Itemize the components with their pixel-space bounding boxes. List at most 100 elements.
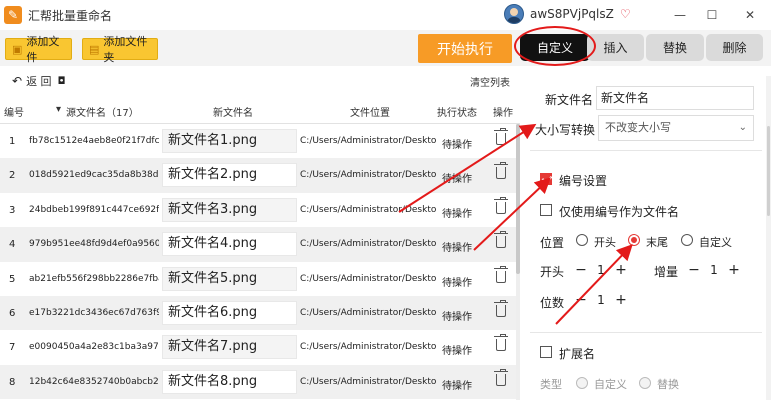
row-status: 待操作 — [442, 312, 472, 323]
row-location: C:/Users/Administrator/Desktop, — [300, 239, 436, 250]
row-index: 8 — [9, 376, 16, 388]
case-select-value: 不改变大小写 — [605, 121, 671, 134]
back-button[interactable]: 返 回 — [26, 73, 52, 89]
increment-stepper[interactable]: − 1 + — [688, 260, 740, 280]
tab-delete[interactable]: 删除 — [706, 34, 763, 61]
table-row[interactable]: 4 979b951ee48fd9d4ef0a9560c79l 新文件名4.png… — [0, 227, 516, 262]
start-label: 开头 — [540, 265, 565, 279]
type-custom-radio[interactable] — [576, 377, 588, 389]
panel-scrollbar-thumb[interactable] — [767, 126, 770, 216]
col-status: 执行状态 — [437, 108, 477, 119]
username[interactable]: awS8PVjPqlsZ — [530, 7, 614, 21]
row-new-name: 新文件名1.png — [162, 129, 297, 153]
position-start-label: 开头 — [594, 236, 616, 249]
table-row[interactable]: 2 018d5921ed9cac35da8b38d2bfc 新文件名2.png … — [0, 158, 516, 193]
minimize-button[interactable]: — — [665, 0, 695, 30]
row-status: 待操作 — [442, 174, 472, 186]
sort-desc-icon[interactable]: ▾ — [56, 104, 61, 115]
type-replace-radio[interactable] — [639, 377, 651, 389]
maximize-button[interactable]: ☐ — [697, 0, 727, 30]
table-row[interactable]: 7 e0090450a4a2e83c1ba3a970fe35 新文件名7.png… — [0, 330, 516, 365]
row-index: 4 — [9, 239, 16, 251]
start-plus-button[interactable]: + — [615, 262, 627, 278]
case-select[interactable]: 不改变大小写 ⌄ — [598, 115, 754, 141]
row-index: 1 — [9, 136, 16, 147]
row-location: C:/Users/Administrator/Desktop, — [300, 342, 436, 353]
row-location: C:/Users/Administrator/Desktop, — [300, 204, 436, 215]
increment-plus-button[interactable]: + — [728, 262, 740, 278]
table-row[interactable]: 8 12b42c64e8352740b0abcb2146c 新文件名8.png … — [0, 364, 516, 400]
close-button[interactable]: ✕ — [735, 0, 765, 30]
vip-diamond-icon[interactable]: ♡ — [620, 7, 631, 21]
row-source: ab21efb556f298bb2286e7fbad9a — [29, 273, 159, 284]
row-source: 979b951ee48fd9d4ef0a9560c79l — [29, 239, 159, 250]
numbering-label: 编号设置 — [559, 174, 608, 188]
table-scrollbar-thumb[interactable] — [516, 124, 520, 274]
start-button[interactable]: 开始执行 — [418, 34, 512, 63]
list-actions-bar: ↶ 返 回 ◘ 清空列表 — [0, 66, 520, 96]
digits-minus-button[interactable]: − — [575, 292, 587, 308]
col-action: 操作 — [493, 108, 513, 119]
row-source: e17b3221dc3436ec67d763f9e10 — [29, 308, 159, 318]
table-row[interactable]: 6 e17b3221dc3436ec67d763f9e10 新文件名6.png … — [0, 296, 516, 331]
add-file-button[interactable]: ▣ 添加文件 — [5, 35, 72, 64]
table-scrollbar[interactable] — [516, 124, 520, 400]
row-status: 待操作 — [442, 140, 472, 151]
col-source[interactable]: 源文件名（17） — [66, 104, 139, 119]
panel-scrollbar[interactable] — [766, 76, 771, 400]
increment-minus-button[interactable]: − — [688, 262, 700, 278]
row-new-name: 新文件名2.png — [162, 163, 297, 188]
row-new-name: 新文件名7.png — [162, 335, 297, 360]
digits-plus-button[interactable]: + — [615, 292, 627, 308]
extension-checkbox[interactable] — [540, 346, 552, 358]
row-source: 24bdbeb199f891c447ce692ff54f — [29, 204, 159, 215]
trash-icon[interactable] — [494, 368, 508, 386]
row-new-name: 新文件名4.png — [162, 232, 297, 257]
position-label: 位置 — [540, 236, 565, 250]
only-number-checkbox[interactable] — [540, 204, 552, 216]
trash-icon[interactable] — [494, 128, 508, 145]
type-replace-label: 替换 — [657, 378, 679, 391]
row-index: 2 — [9, 170, 16, 182]
new-name-input[interactable]: 新文件名 — [596, 86, 754, 110]
back-arrow-icon[interactable]: ↶ — [12, 74, 22, 88]
increment-value[interactable]: 1 — [710, 263, 718, 277]
col-index: 编号 — [4, 108, 24, 119]
row-location: C:/Users/Administrator/Desktop, — [300, 376, 436, 387]
numbering-checkbox[interactable] — [540, 173, 552, 185]
type-label: 类型 — [540, 378, 562, 391]
trash-icon[interactable] — [494, 334, 508, 352]
start-value[interactable]: 1 — [597, 263, 605, 277]
trash-icon[interactable] — [494, 231, 508, 249]
trash-icon[interactable] — [494, 196, 508, 214]
col-location: 文件位置 — [350, 108, 390, 119]
table-row[interactable]: 1 fb78c1512e4aeb8e0f21f7dfc68f4 新文件名1.pn… — [0, 124, 516, 159]
digits-value[interactable]: 1 — [597, 293, 605, 307]
highlight-ring — [514, 26, 596, 66]
table-header: 编号 ▾ 源文件名（17） 新文件名 文件位置 执行状态 操作 — [0, 96, 520, 124]
table-row[interactable]: 5 ab21efb556f298bb2286e7fbad9a 新文件名5.png… — [0, 261, 516, 296]
trash-icon[interactable] — [494, 162, 508, 180]
app-logo-icon: ✎ — [4, 6, 22, 24]
trash-icon[interactable] — [494, 265, 508, 283]
user-info[interactable]: awS8PVjPqlsZ ♡ — [504, 4, 631, 24]
row-new-name: 新文件名8.png — [162, 369, 297, 394]
clear-list-button[interactable]: 清空列表 — [470, 74, 510, 89]
start-stepper[interactable]: − 1 + — [575, 260, 627, 280]
digits-stepper[interactable]: − 1 + — [575, 290, 627, 310]
new-name-label: 新文件名 — [545, 93, 594, 107]
digits-label: 位数 — [540, 296, 565, 310]
position-start-radio[interactable] — [576, 234, 588, 246]
position-end-radio[interactable] — [628, 234, 640, 246]
start-minus-button[interactable]: − — [575, 262, 587, 278]
increment-label: 增量 — [654, 265, 679, 279]
position-custom-radio[interactable] — [681, 234, 693, 246]
add-folder-label: 添加文件夹 — [103, 35, 148, 64]
avatar[interactable] — [504, 4, 524, 24]
trash-icon[interactable] — [494, 300, 508, 317]
table-row[interactable]: 3 24bdbeb199f891c447ce692ff54f 新文件名3.png… — [0, 192, 516, 228]
add-folder-button[interactable]: ▤ 添加文件夹 — [82, 35, 158, 64]
tab-replace[interactable]: 替换 — [646, 34, 704, 61]
refresh-icon[interactable]: ◘ — [58, 76, 66, 87]
chevron-down-icon: ⌄ — [738, 122, 747, 133]
